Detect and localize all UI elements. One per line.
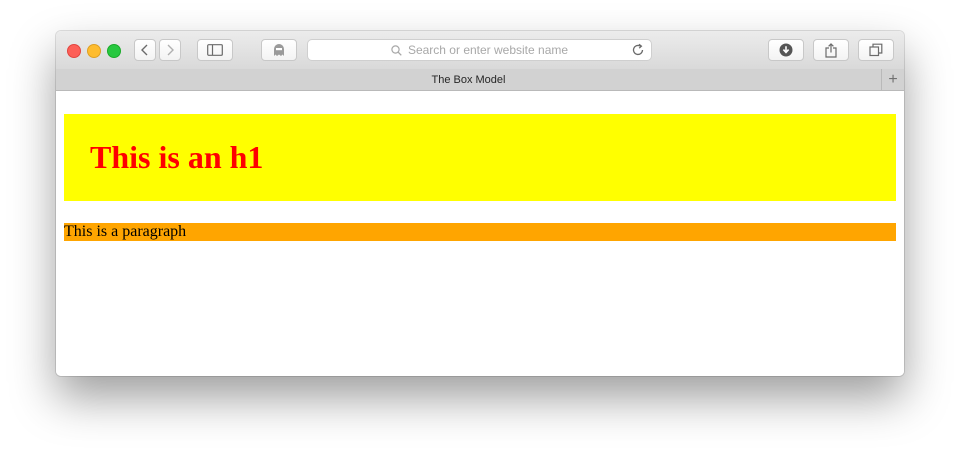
tab-bar: The Box Model + [56, 69, 904, 91]
chevron-left-icon [141, 44, 148, 56]
tab-title: The Box Model [431, 73, 506, 86]
sidebar-icon [207, 44, 223, 56]
new-tab-button[interactable]: + [882, 69, 904, 90]
fullscreen-window-button[interactable] [107, 44, 121, 58]
chevron-right-icon [167, 44, 174, 56]
share-icon [825, 42, 837, 58]
page-paragraph: This is a paragraph [64, 223, 896, 241]
page-heading: This is an h1 [90, 139, 264, 175]
address-placeholder: Search or enter website name [407, 43, 569, 57]
tab-the-box-model[interactable]: The Box Model [56, 69, 882, 90]
tabs-overview-icon [869, 43, 883, 57]
address-bar[interactable]: Search or enter website name [307, 39, 652, 61]
toolbar: Search or enter website name [56, 31, 904, 70]
search-icon [391, 44, 402, 56]
sidebar-button[interactable] [197, 39, 233, 61]
back-button[interactable] [134, 39, 156, 61]
h1-box: This is an h1 [64, 114, 896, 201]
share-button[interactable] [813, 39, 849, 61]
page-content: This is an h1 This is a paragraph [56, 91, 904, 376]
ghost-icon [274, 44, 284, 56]
downloads-button[interactable] [768, 39, 804, 61]
download-icon [779, 43, 793, 57]
browser-window: Search or enter website name The Box Mod… [56, 31, 904, 376]
forward-button[interactable] [159, 39, 181, 61]
reload-icon[interactable] [631, 43, 645, 57]
close-window-button[interactable] [67, 44, 81, 58]
privacy-button[interactable] [261, 39, 297, 61]
plus-icon: + [888, 70, 898, 88]
minimize-window-button[interactable] [87, 44, 101, 58]
tab-overview-button[interactable] [858, 39, 894, 61]
